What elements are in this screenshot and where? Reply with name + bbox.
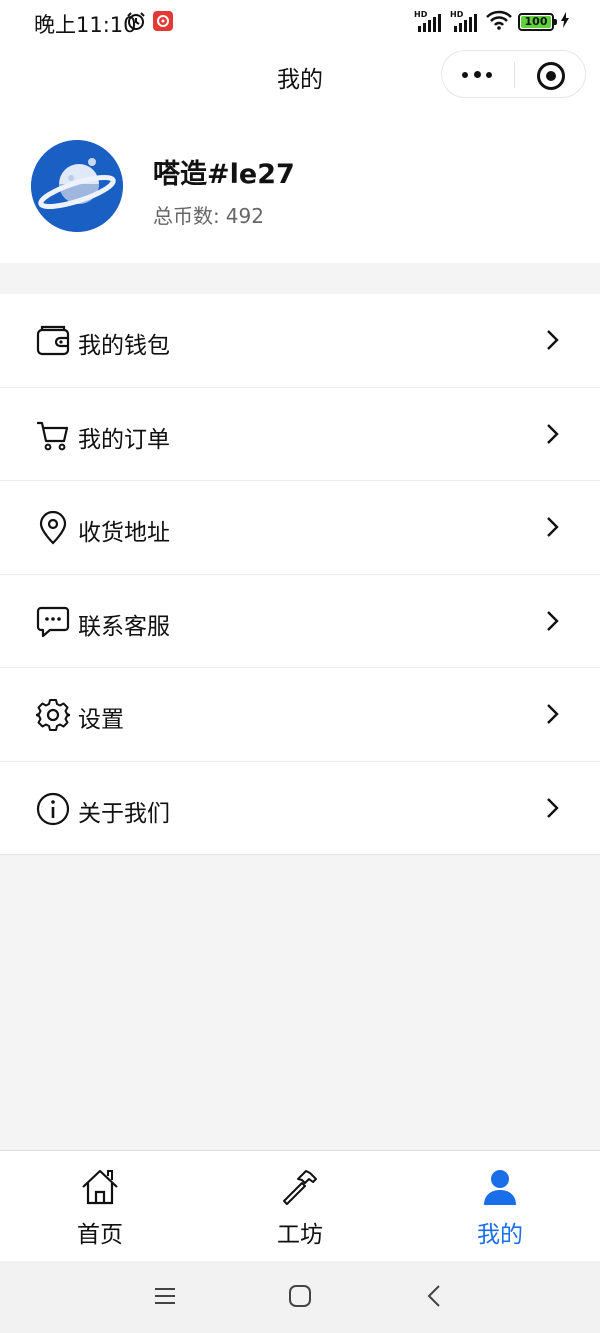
menu-item-settings[interactable]: 设置 xyxy=(0,668,600,762)
signal-icon: HD xyxy=(450,10,480,33)
chevron-right-icon xyxy=(547,797,559,818)
cart-icon xyxy=(37,421,69,450)
status-bar: 晚上11:10 HD HD 100 xyxy=(0,0,600,44)
tab-label: 工坊 xyxy=(277,1222,323,1248)
recent-apps-icon[interactable] xyxy=(150,1281,180,1311)
menu-item-label: 设置 xyxy=(78,707,124,733)
back-icon[interactable] xyxy=(420,1281,450,1311)
username: 嗒造#le27 xyxy=(153,159,295,190)
menu-item-label: 联系客服 xyxy=(78,613,170,640)
chevron-right-icon xyxy=(547,517,559,537)
home-icon xyxy=(82,1169,118,1205)
location-pin-icon xyxy=(39,511,67,545)
info-icon xyxy=(36,792,70,825)
profile-card[interactable]: 嗒造#le27 总币数: 492 xyxy=(0,106,600,263)
chevron-right-icon xyxy=(547,704,559,724)
chevron-right-icon xyxy=(547,330,559,350)
tab-home[interactable]: 首页 xyxy=(0,1151,200,1261)
wallet-icon xyxy=(36,325,70,356)
capsule-divider xyxy=(514,62,515,88)
home-button-icon[interactable] xyxy=(285,1281,315,1311)
miniprogram-capsule xyxy=(441,50,586,98)
nav-bar: 我的 xyxy=(0,44,600,106)
chevron-right-icon xyxy=(547,610,559,631)
menu-item-wallet[interactable]: 我的钱包 xyxy=(0,294,600,388)
status-indicators: HD HD 100 xyxy=(414,10,570,34)
menu-item-about[interactable]: 关于我们 xyxy=(0,762,600,855)
avatar[interactable] xyxy=(31,140,123,232)
person-icon xyxy=(484,1170,516,1205)
menu-item-label: 关于我们 xyxy=(78,800,170,827)
battery-icon: 100 xyxy=(518,13,557,31)
chevron-right-icon xyxy=(547,423,559,444)
status-time: 晚上11:10 xyxy=(34,13,137,37)
more-options-icon[interactable] xyxy=(460,65,496,85)
hammer-icon xyxy=(283,1170,317,1205)
battery-level: 100 xyxy=(524,15,548,28)
charging-icon xyxy=(560,12,570,32)
chat-bubble-icon xyxy=(36,606,70,637)
system-navigation-bar xyxy=(0,1261,600,1333)
close-miniprogram-icon[interactable] xyxy=(537,62,565,90)
menu-item-label: 我的钱包 xyxy=(78,333,170,359)
coin-total-value: 492 xyxy=(225,204,264,228)
menu-item-orders[interactable]: 我的订单 xyxy=(0,388,600,481)
menu-item-label: 我的订单 xyxy=(78,426,170,453)
gear-icon xyxy=(36,699,70,731)
tab-label: 首页 xyxy=(77,1222,123,1248)
tab-mine[interactable]: 我的 xyxy=(400,1151,600,1261)
menu-item-address[interactable]: 收货地址 xyxy=(0,481,600,575)
signal-icon: HD xyxy=(414,10,444,33)
tab-bar: 首页 工坊 我的 xyxy=(0,1150,600,1261)
tab-label: 我的 xyxy=(477,1222,523,1248)
coin-total: 总币数: 492 xyxy=(153,200,264,229)
menu-item-support[interactable]: 联系客服 xyxy=(0,575,600,668)
music-app-icon xyxy=(153,11,173,31)
menu-item-label: 收货地址 xyxy=(78,520,170,546)
alarm-icon xyxy=(126,11,146,35)
tab-workshop[interactable]: 工坊 xyxy=(200,1151,400,1261)
coin-total-label: 总币数: xyxy=(153,204,220,228)
menu-list: 我的钱包 我的订单 收货地址 联系客服 设置 关于我们 xyxy=(0,294,600,855)
wifi-icon xyxy=(486,10,512,34)
